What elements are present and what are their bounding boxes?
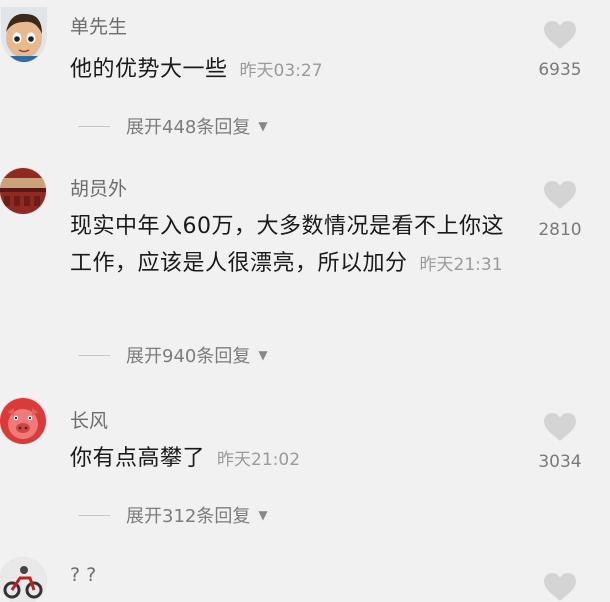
comment-text[interactable]: 你有点高攀了 昨天21:02 — [70, 440, 510, 479]
like-button[interactable]: 3034 — [530, 412, 590, 472]
like-count: 3034 — [538, 452, 582, 472]
divider-line — [78, 125, 110, 127]
heart-icon — [544, 413, 576, 441]
comment-text[interactable]: 现实中年入60万，大多数情况是看不上你这工作，应该是人很漂亮，所以加分 昨天21:… — [70, 208, 510, 284]
expand-replies-button[interactable]: 展开312条回复 ▼ — [78, 502, 268, 528]
like-count: 2810 — [538, 220, 582, 240]
comment-username[interactable]: 胡员外 — [70, 174, 127, 201]
expand-replies-label: 展开312条回复 — [126, 506, 251, 527]
divider-line — [78, 354, 110, 356]
comment-item: ? ? — [0, 556, 610, 602]
comment-body: 你有点高攀了 — [70, 446, 206, 471]
chevron-down-icon: ▼ — [258, 348, 268, 362]
expand-replies-label: 展开940条回复 — [126, 346, 251, 367]
user-avatar[interactable] — [0, 398, 46, 444]
comment-time: 昨天21:31 — [419, 255, 503, 275]
comment-body: 他的优势大一些 — [70, 57, 228, 82]
like-button[interactable]: 6935 — [530, 20, 590, 80]
comment-time: 昨天21:02 — [217, 450, 301, 470]
heart-icon — [544, 181, 576, 209]
user-avatar[interactable] — [2, 8, 46, 62]
comment-username[interactable]: ? ? — [70, 564, 96, 586]
comment-text[interactable]: 他的优势大一些 昨天03:27 — [70, 51, 510, 90]
user-avatar[interactable] — [0, 558, 46, 602]
like-button[interactable] — [530, 572, 590, 602]
expand-replies-button[interactable]: 展开448条回复 ▼ — [78, 113, 268, 139]
expand-replies-label: 展开448条回复 — [126, 117, 251, 138]
heart-icon — [544, 21, 576, 49]
chevron-down-icon: ▼ — [258, 508, 268, 522]
red-pig-avatar-icon — [0, 398, 46, 444]
comment-item: 胡员外 现实中年入60万，大多数情况是看不上你这工作，应该是人很漂亮，所以加分昨… — [0, 160, 610, 370]
comment-username[interactable]: 单先生 — [70, 12, 127, 39]
user-avatar[interactable] — [0, 168, 46, 214]
chevron-down-icon: ▼ — [258, 119, 268, 133]
like-button[interactable]: 2810 — [530, 180, 590, 240]
comment-item: 长风 你有点高攀了 昨天21:02 3034 展开312条回复 ▼ — [0, 390, 610, 540]
expand-replies-button[interactable]: 展开940条回复 ▼ — [78, 342, 268, 368]
cartoon-boy-avatar-icon — [2, 8, 46, 62]
heart-icon — [544, 573, 576, 601]
motorcycle-avatar-icon — [0, 558, 46, 602]
divider-line — [78, 514, 110, 516]
comment-username[interactable]: 长风 — [70, 406, 108, 433]
comment-item: 单先生 他的优势大一些 昨天03:27 6935 展开448条回复 ▼ — [0, 0, 610, 150]
like-count: 6935 — [538, 60, 582, 80]
comment-time: 昨天03:27 — [239, 61, 323, 81]
red-building-avatar-icon — [0, 168, 46, 214]
